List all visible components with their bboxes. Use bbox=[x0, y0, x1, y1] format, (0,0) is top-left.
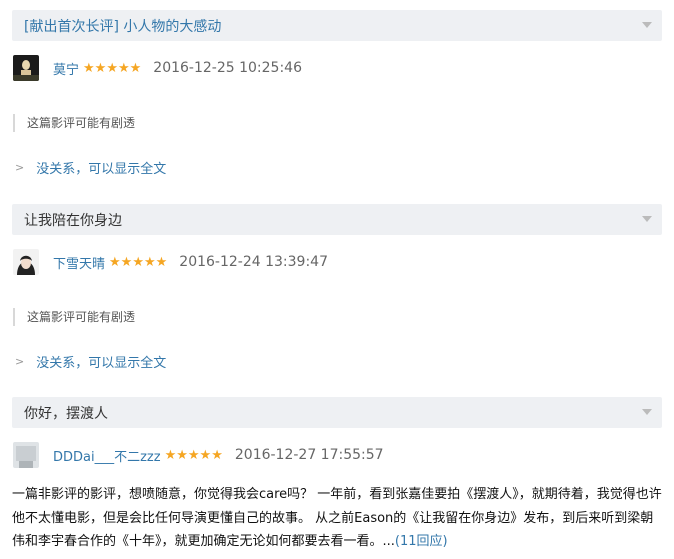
review-date: 2016-12-25 10:25:46 bbox=[153, 60, 302, 76]
spoiler-warning: 这篇影评可能有剧透 bbox=[13, 114, 662, 132]
review-title-bar: 你好，摆渡人 bbox=[12, 397, 662, 428]
author-link[interactable]: DDDai___不二zzz bbox=[53, 446, 161, 465]
review-meta: 莫宁 ★★★★★ 2016-12-25 10:25:46 bbox=[12, 54, 662, 82]
review-title-link[interactable]: 你好，摆渡人 bbox=[24, 403, 108, 423]
show-full-text: > 没关系，可以显示全文 bbox=[12, 158, 662, 177]
review-meta: 下雪天晴 ★★★★★ 2016-12-24 13:39:47 bbox=[12, 248, 662, 276]
show-full-text: > 没关系，可以显示全文 bbox=[12, 352, 662, 371]
review-title-link[interactable]: 让我陪在你身边 bbox=[24, 210, 122, 230]
chevron-right-icon: > bbox=[15, 355, 25, 368]
review-date: 2016-12-27 17:55:57 bbox=[234, 447, 384, 463]
avatar[interactable] bbox=[13, 55, 39, 81]
collapse-arrow-icon[interactable] bbox=[642, 216, 652, 222]
show-full-text-link[interactable]: 没关系，可以显示全文 bbox=[36, 352, 166, 371]
avatar[interactable] bbox=[13, 442, 39, 468]
author-link[interactable]: 莫宁 bbox=[53, 59, 79, 78]
review-title-bar: 让我陪在你身边 bbox=[12, 204, 662, 235]
review-date: 2016-12-24 13:39:47 bbox=[179, 254, 328, 270]
review-meta: DDDai___不二zzz ★★★★★ 2016-12-27 17:55:57 bbox=[12, 441, 662, 469]
rating-stars-icon: ★★★★★ bbox=[83, 60, 142, 76]
review-excerpt: 一篇非影评的影评，想喷随意，你觉得我会care吗？ 一年前，看到张嘉佳要拍《摆渡… bbox=[12, 483, 662, 554]
avatar[interactable] bbox=[13, 249, 39, 275]
review-title-bar: [献出首次长评] 小人物的大感动 bbox=[12, 10, 662, 41]
rating-stars-icon: ★★★★★ bbox=[164, 447, 223, 463]
review-excerpt-text: 一篇非影评的影评，想喷随意，你觉得我会care吗？ 一年前，看到张嘉佳要拍《摆渡… bbox=[12, 487, 662, 549]
chevron-right-icon: > bbox=[15, 161, 25, 174]
review-item: 你好，摆渡人 DDDai___不二zzz ★★★★★ 2016-12-27 17… bbox=[12, 397, 662, 469]
show-full-text-link[interactable]: 没关系，可以显示全文 bbox=[36, 158, 166, 177]
rating-stars-icon: ★★★★★ bbox=[109, 254, 168, 270]
review-title-link[interactable]: [献出首次长评] 小人物的大感动 bbox=[24, 16, 221, 36]
spoiler-warning: 这篇影评可能有剧透 bbox=[13, 308, 662, 326]
review-item: 让我陪在你身边 下雪天晴 ★★★★★ 2016-12-24 13:39:47 这… bbox=[12, 204, 662, 371]
collapse-arrow-icon[interactable] bbox=[642, 409, 652, 415]
review-item: [献出首次长评] 小人物的大感动 莫宁 ★★★★★ 2016-12-25 10:… bbox=[12, 10, 662, 177]
author-link[interactable]: 下雪天晴 bbox=[53, 253, 105, 272]
reply-count-link[interactable]: (11回应) bbox=[395, 534, 448, 549]
collapse-arrow-icon[interactable] bbox=[642, 22, 652, 28]
